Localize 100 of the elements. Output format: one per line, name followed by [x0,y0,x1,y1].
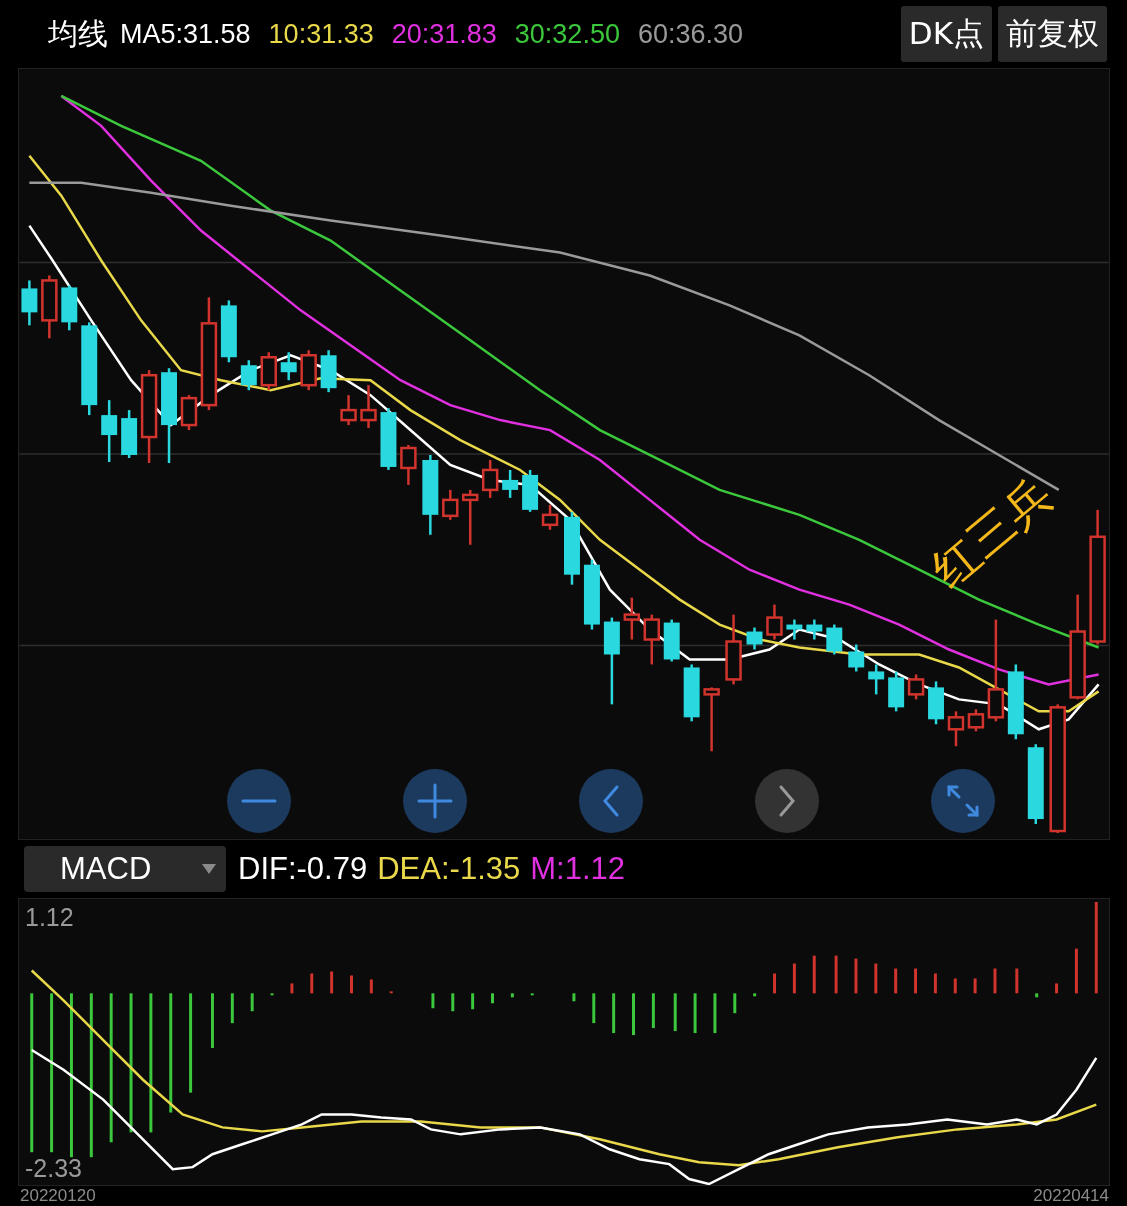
histogram-bar [290,983,294,994]
expand-icon [945,783,981,819]
candlestick [826,624,843,655]
histogram-bar [1055,983,1059,994]
candlestick [583,559,600,630]
date-label: 20220120 [20,1186,96,1206]
indicator-value: DIF:-0.79 [238,851,368,887]
moving-average-value: 20:31.83 [391,18,497,50]
candlestick [786,619,803,640]
histogram-bar [914,968,918,994]
histogram-bar [632,993,635,1036]
histogram-bar [572,993,576,1002]
histogram-bar [431,993,435,1009]
histogram-bar [230,993,234,1024]
candlestick [280,352,297,381]
candlestick [868,664,885,695]
histogram-bar [792,963,796,994]
candlestick [21,280,38,326]
histogram-bar [612,993,616,1034]
caret-icon [202,864,216,874]
histogram-bar [1035,993,1039,998]
candlestick [380,408,397,470]
candlestick [462,489,479,545]
candlestick [41,275,58,339]
candlestick [61,285,78,331]
moving-average-value: 30:32.50 [514,18,620,50]
moving-average-value: 60:36.30 [637,18,744,50]
candlestick [967,709,985,732]
axis-label: -2.33 [25,1154,82,1183]
histogram-bar [250,993,254,1012]
histogram-bar [471,993,475,1010]
histogram-bar [733,993,737,1014]
histogram-bar [330,971,334,994]
histogram-bar [993,968,997,994]
indicator-value: M:1.12 [530,851,625,887]
histogram-bar [894,968,898,994]
candlestick [725,614,742,685]
candlestick [848,644,865,672]
candlestick [541,504,559,530]
candlestick [522,469,539,512]
candlestick [766,604,783,640]
histogram-bar [369,979,373,994]
candlestick [442,489,459,520]
candlestick [180,395,198,431]
candlestick [947,711,965,747]
minus-icon [241,799,277,803]
candlestick [360,385,377,429]
candlestick [340,395,357,426]
histogram-bar [651,993,655,1029]
candlestick [643,614,660,665]
chart-option-button[interactable]: DK点 [900,6,992,62]
indicator-value: DEA:-1.35 [377,851,521,887]
candlestick [400,445,417,485]
candlestick [806,619,823,640]
histogram-bar [753,993,757,997]
candlestick [623,597,641,640]
histogram-bar [812,955,816,994]
histogram-bar [693,993,697,1034]
histogram-bar [773,973,776,994]
candlestick [683,664,700,722]
candlestick [481,460,499,498]
chart-option-button[interactable]: 前复权 [998,6,1107,62]
histogram-bar [270,993,274,996]
histogram-bar [834,955,838,994]
histogram-bar [953,978,957,994]
candlestick [888,671,905,712]
candlestick [502,469,519,498]
candlestick [663,619,680,662]
histogram-bar [933,973,937,994]
histogram-bar [713,993,717,1034]
histogram-bar [973,978,977,994]
candlestick [240,360,257,391]
candlestick [928,681,944,725]
histogram-bar [451,993,455,1012]
histogram-bar [854,958,858,994]
annotation-label: 红三兵 [924,470,1060,595]
histogram-bar [510,993,514,998]
histogram-bar [1074,948,1078,994]
histogram-bar [389,991,393,994]
indicator-title: 均线 [48,14,108,53]
histogram-bar [874,963,878,994]
date-label: 20220414 [1033,1186,1109,1206]
histogram-bar [673,993,677,1032]
axis-label: 1.12 [25,903,74,932]
candlestick [260,352,277,391]
histogram-bar [530,993,534,996]
histogram-bar [350,975,353,994]
candlestick [121,410,138,458]
candlestick [746,627,763,650]
candlestick [320,350,337,393]
histogram-bar [592,993,596,1024]
candlestick [703,687,720,752]
histogram-bar [210,993,214,1048]
moving-average-value: 10:31.33 [268,18,374,50]
histogram-bar [310,973,314,994]
histogram-bar [1015,968,1019,994]
plus-icon [417,783,453,819]
indicator-dropdown[interactable]: MACD [24,846,226,892]
histogram-bar [491,993,494,1004]
candlestick [101,400,118,462]
